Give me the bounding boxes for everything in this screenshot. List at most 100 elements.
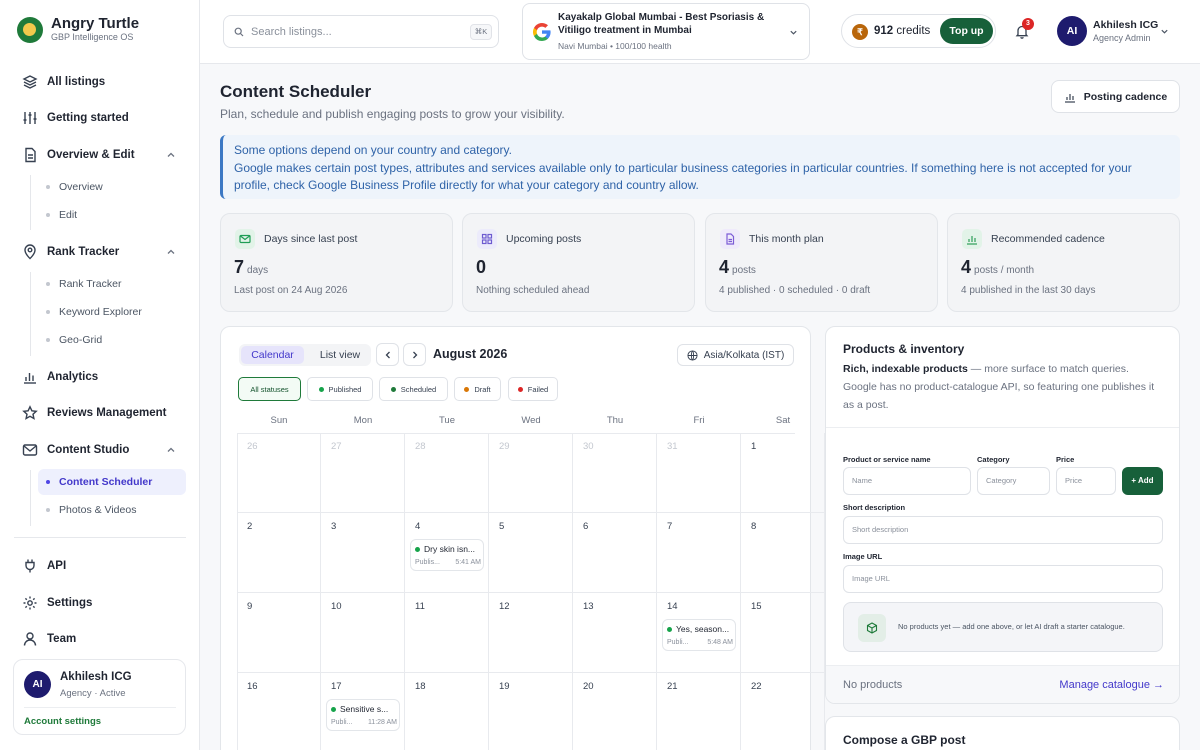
calendar-day[interactable]: 8 xyxy=(741,513,825,593)
chevron-up-icon[interactable] xyxy=(166,445,176,455)
stat-card-upcoming: Upcoming posts 0 Nothing scheduled ahead xyxy=(462,213,695,312)
weekday-header: Sat xyxy=(775,415,791,426)
sidebar-subitem-content-scheduler[interactable]: Content Scheduler xyxy=(46,476,152,488)
manage-catalogue-link[interactable]: Manage catalogue → xyxy=(1059,679,1164,691)
location-selector[interactable]: Kayakalp Global Mumbai - Best Psoriasis … xyxy=(522,3,810,60)
day-number: 17 xyxy=(331,681,342,692)
image-url-input[interactable]: Image URL xyxy=(843,565,1163,593)
calendar-day[interactable]: 18 xyxy=(405,673,489,750)
sidebar-subitem-rank-tracker[interactable]: Rank Tracker xyxy=(46,278,121,290)
calendar-event[interactable]: Dry skin isn... Publis... 5:41 AM xyxy=(410,539,484,571)
calendar-day[interactable]: 31 xyxy=(657,433,741,513)
google-icon xyxy=(533,23,551,41)
stat-value: 0 xyxy=(476,257,486,278)
mail-icon xyxy=(235,229,255,249)
search-input[interactable]: Search listings... ⌘K xyxy=(223,15,499,48)
sidebar-item-reviews[interactable]: Reviews Management xyxy=(22,405,167,421)
calendar-day[interactable]: 6 xyxy=(573,513,657,593)
event-title: Sensitive s... xyxy=(331,704,399,714)
calendar-day[interactable]: 12 xyxy=(489,593,573,673)
sidebar-subitem-geo-grid[interactable]: Geo-Grid xyxy=(46,334,102,346)
category-input[interactable]: Category xyxy=(977,467,1050,495)
tab-calendar[interactable]: Calendar xyxy=(241,346,304,364)
add-product-button[interactable]: + Add xyxy=(1122,467,1163,495)
document-icon xyxy=(25,147,36,163)
sidebar-item-content-studio[interactable]: Content Studio xyxy=(22,442,175,458)
sidebar-item-settings[interactable]: Settings xyxy=(22,595,92,611)
event-meta: Publi... 5:48 AM xyxy=(667,639,733,646)
chevron-down-icon[interactable] xyxy=(1160,27,1169,36)
calendar-day[interactable]: 15 xyxy=(741,593,825,673)
avatar: AI xyxy=(24,671,51,698)
stat-card-cadence: Recommended cadence 4 posts / month 4 pub… xyxy=(947,213,1180,312)
calendar-day[interactable]: 7 xyxy=(657,513,741,593)
calendar-day[interactable]: 21 xyxy=(657,673,741,750)
prev-month-button[interactable] xyxy=(376,343,399,366)
filter-draft[interactable]: Draft xyxy=(454,377,501,401)
calendar-day[interactable]: 14 Yes, season... Publi... 5:48 AM xyxy=(657,593,741,673)
calendar-day[interactable]: 26 xyxy=(237,433,321,513)
calendar-day[interactable]: 10 xyxy=(321,593,405,673)
top-up-button[interactable]: Top up xyxy=(940,18,993,44)
calendar-event[interactable]: Sensitive s... Publi... 11:28 AM xyxy=(326,699,400,731)
sidebar-item-analytics[interactable]: Analytics xyxy=(22,369,98,385)
filter-label: Failed xyxy=(527,384,549,394)
avatar[interactable]: AI xyxy=(1057,16,1087,46)
calendar-day[interactable]: 17 Sensitive s... Publi... 11:28 AM xyxy=(321,673,405,750)
subitem-label: Photos & Videos xyxy=(59,504,137,516)
user-name[interactable]: Akhilesh ICG xyxy=(1093,19,1158,31)
sidebar-subitem-photos-videos[interactable]: Photos & Videos xyxy=(46,504,136,516)
calendar-day[interactable]: 2 xyxy=(237,513,321,593)
tab-list-view[interactable]: List view xyxy=(315,346,365,364)
calendar-day[interactable]: 9 xyxy=(237,593,321,673)
timezone-label: Asia/Kolkata (IST) xyxy=(703,349,785,361)
calendar-day[interactable]: 5 xyxy=(489,513,573,593)
next-month-button[interactable] xyxy=(403,343,426,366)
price-input[interactable]: Price xyxy=(1056,467,1116,495)
account-settings-link[interactable]: Account settings xyxy=(24,716,101,727)
calendar-day[interactable]: 13 xyxy=(573,593,657,673)
sidebar-subitem-edit[interactable]: Edit xyxy=(46,209,77,221)
calendar-day[interactable]: 28 xyxy=(405,433,489,513)
posting-cadence-button[interactable]: Posting cadence xyxy=(1051,80,1180,113)
calendar-day[interactable]: 30 xyxy=(573,433,657,513)
sidebar-item-api[interactable]: API xyxy=(22,558,66,574)
compose-panel: Compose a GBP post xyxy=(825,716,1180,750)
calendar-day[interactable]: 1 xyxy=(741,433,825,513)
calendar-day[interactable]: 4 Dry skin isn... Publis... 5:41 AM xyxy=(405,513,489,593)
sidebar-item-overview-edit[interactable]: Overview & Edit xyxy=(22,147,175,163)
sidebar-item-team[interactable]: Team xyxy=(22,631,76,647)
day-number: 18 xyxy=(415,681,426,692)
calendar-day[interactable]: 27 xyxy=(321,433,405,513)
sidebar-subitem-overview[interactable]: Overview xyxy=(46,181,103,193)
sidebar-subitem-keyword-explorer[interactable]: Keyword Explorer xyxy=(46,306,142,318)
calendar-day[interactable]: 29 xyxy=(489,433,573,513)
filter-all-statuses[interactable]: All statuses xyxy=(238,377,301,401)
filter-scheduled[interactable]: Scheduled xyxy=(379,377,448,401)
sidebar-item-rank-tracker[interactable]: Rank Tracker xyxy=(22,244,175,260)
filter-failed[interactable]: Failed xyxy=(508,377,558,401)
timezone-selector[interactable]: Asia/Kolkata (IST) xyxy=(677,344,794,366)
short-description-input[interactable]: Short description xyxy=(843,516,1163,544)
chevron-up-icon[interactable] xyxy=(166,247,176,257)
product-name-input[interactable]: Name xyxy=(843,467,971,495)
user-card[interactable]: AI Akhilesh ICG Agency · Active Account … xyxy=(13,659,186,735)
event-title-text: Yes, season... xyxy=(676,624,730,634)
submenu-line xyxy=(30,175,31,230)
calendar-day[interactable]: 16 xyxy=(237,673,321,750)
brand[interactable]: Angry Turtle GBP Intelligence OS xyxy=(17,16,139,43)
rupee-coin-icon: ₹ xyxy=(852,24,868,40)
sidebar-item-all-listings[interactable]: All listings xyxy=(22,74,105,90)
shortcut-badge: ⌘K xyxy=(470,24,492,40)
sidebar-item-label: Overview & Edit xyxy=(47,149,135,161)
calendar-day[interactable]: 19 xyxy=(489,673,573,750)
chevron-up-icon[interactable] xyxy=(166,150,176,160)
calendar-day[interactable]: 3 xyxy=(321,513,405,593)
filter-published[interactable]: Published xyxy=(307,377,373,401)
calendar-day[interactable]: 20 xyxy=(573,673,657,750)
calendar-event[interactable]: Yes, season... Publi... 5:48 AM xyxy=(662,619,736,651)
sidebar-item-getting-started[interactable]: Getting started xyxy=(22,110,129,126)
calendar-day[interactable]: 22 xyxy=(741,673,825,750)
calendar-day[interactable]: 11 xyxy=(405,593,489,673)
event-status: Publis... xyxy=(415,559,440,566)
